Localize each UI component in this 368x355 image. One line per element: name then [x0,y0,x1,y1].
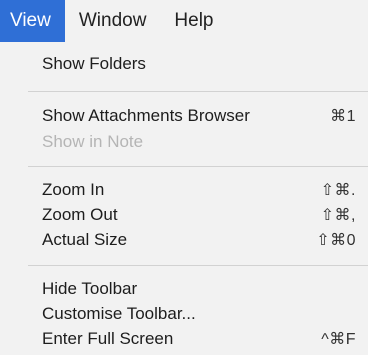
menu-item-show-attachments-browser[interactable]: Show Attachments Browser ⌘1 [0,102,368,130]
menu-item-hide-toolbar[interactable]: Hide Toolbar [0,275,368,303]
menu-item-label: Show in Note [42,132,144,151]
view-menu-dropdown: Show Folders Show Attachments Browser ⌘1… [0,42,368,355]
menu-item-zoom-in[interactable]: Zoom In ⇧⌘. [0,176,368,204]
menu-item-label: Zoom In [42,180,105,199]
keyboard-shortcut: ^⌘F [321,331,356,348]
menu-item-label: Show Folders [42,54,146,73]
menu-item-label: Actual Size [42,230,128,249]
keyboard-shortcut: ⇧⌘, [320,207,356,224]
menu-bar: View Window Help [0,0,368,42]
keyboard-shortcut: ⇧⌘. [320,182,356,199]
menu-item-customise-toolbar[interactable]: Customise Toolbar... [0,300,368,328]
menu-item-show-folders[interactable]: Show Folders [0,50,368,78]
menu-separator [28,166,368,167]
menu-view[interactable]: View [0,0,65,42]
menu-item-enter-full-screen[interactable]: Enter Full Screen ^⌘F [0,325,368,353]
menu-window[interactable]: Window [65,0,161,42]
menu-item-label: Hide Toolbar [42,279,138,298]
keyboard-shortcut: ⇧⌘0 [316,232,356,249]
menu-item-label: Enter Full Screen [42,329,174,348]
menu-item-zoom-out[interactable]: Zoom Out ⇧⌘, [0,201,368,229]
menu-item-show-in-note: Show in Note [0,128,368,156]
keyboard-shortcut: ⌘1 [330,108,356,125]
menu-separator [28,91,368,92]
menu-separator [28,265,368,266]
menu-item-label: Customise Toolbar... [42,304,196,323]
menu-item-label: Show Attachments Browser [42,106,250,125]
menu-item-actual-size[interactable]: Actual Size ⇧⌘0 [0,226,368,254]
menu-item-label: Zoom Out [42,205,118,224]
menu-help[interactable]: Help [160,0,227,42]
